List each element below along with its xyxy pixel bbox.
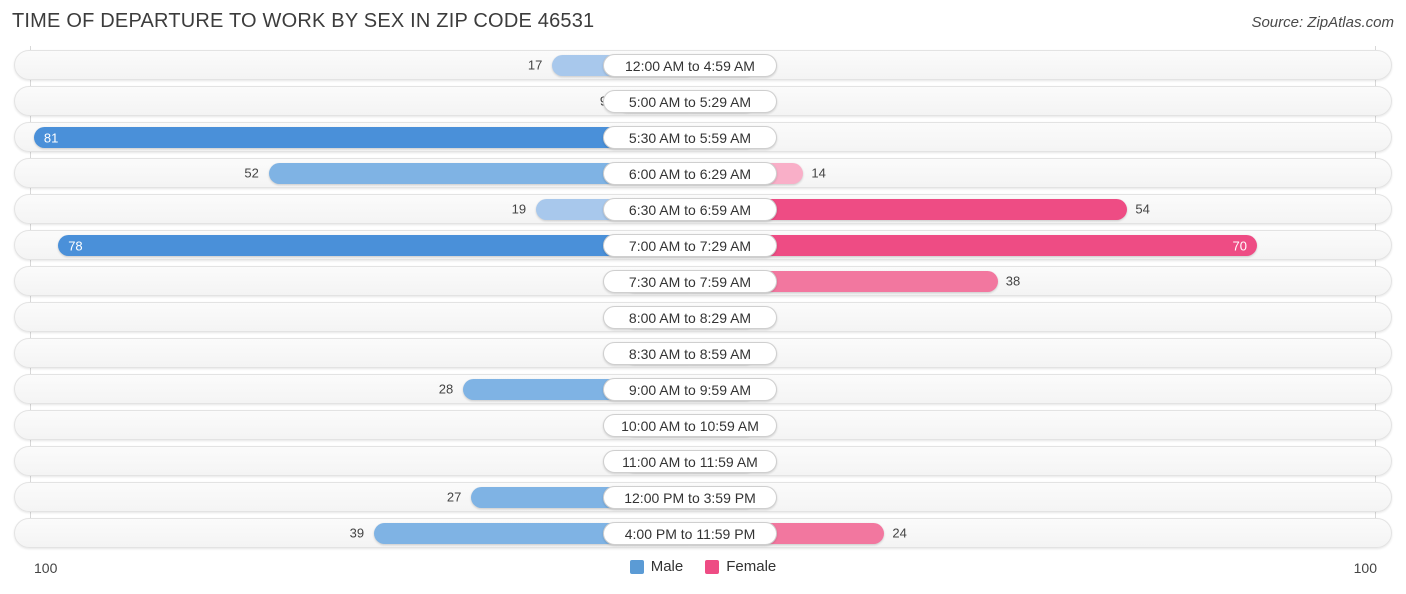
page-title: TIME OF DEPARTURE TO WORK BY SEX IN ZIP …: [12, 10, 595, 32]
legend-label-male: Male: [650, 558, 684, 575]
category-label-pill: 7:00 AM to 7:29 AM: [603, 234, 777, 257]
category-label-pill: 12:00 AM to 4:59 AM: [603, 54, 777, 77]
category-label: 10:00 AM to 10:59 AM: [621, 417, 759, 434]
category-label-pill: 9:00 AM to 9:59 AM: [603, 378, 777, 401]
table-row[interactable]: 39 24 4:00 PM to 11:59 PM: [14, 518, 1392, 548]
bar-value-male: 81: [43, 130, 59, 145]
legend-label-female: Female: [726, 558, 777, 575]
category-label-pill: 5:30 AM to 5:59 AM: [603, 126, 777, 149]
table-row[interactable]: 17812:00 AM to 4:59 AM: [14, 50, 1392, 80]
category-label: 6:00 AM to 6:29 AM: [628, 165, 752, 182]
bar-value-female: 70: [1232, 238, 1247, 253]
table-row[interactable]: 2809:00 AM to 9:59 AM: [14, 374, 1392, 404]
category-label-pill: 6:30 AM to 6:59 AM: [603, 198, 777, 221]
category-label-pill: 8:00 AM to 8:29 AM: [603, 306, 777, 329]
bar-value-male: 17: [527, 57, 543, 73]
category-label-pill: 4:00 PM to 11:59 PM: [603, 522, 777, 545]
category-label: 8:00 AM to 8:29 AM: [628, 309, 752, 326]
bar-value-female: 14: [811, 165, 826, 181]
category-label: 9:00 AM to 9:59 AM: [628, 381, 752, 398]
category-label-pill: 5:00 AM to 5:29 AM: [603, 90, 777, 113]
category-label-pill: 11:00 AM to 11:59 AM: [603, 450, 777, 473]
category-label: 6:30 AM to 6:59 AM: [628, 201, 752, 218]
bar-value-male: 19: [511, 201, 527, 217]
table-row[interactable]: 905:00 AM to 5:29 AM: [14, 86, 1392, 116]
chart-plot-area: 17812:00 AM to 4:59 AM 905:00 AM to 5:29 …: [0, 46, 1406, 550]
bar-value-female: 38: [1005, 273, 1021, 289]
bar-value-male: 78: [68, 238, 83, 253]
table-row[interactable]: 0010:00 AM to 10:59 AM: [14, 410, 1392, 440]
category-label: 12:00 PM to 3:59 PM: [624, 489, 756, 506]
category-label: 4:00 PM to 11:59 PM: [624, 525, 756, 542]
table-row[interactable]: 19 54 6:30 AM to 6:59 AM: [14, 194, 1392, 224]
legend-item-male[interactable]: Male: [629, 558, 684, 575]
category-label-pill: 10:00 AM to 10:59 AM: [603, 414, 777, 437]
bar-male[interactable]: 78: [58, 235, 690, 256]
table-row[interactable]: 27012:00 PM to 3:59 PM: [14, 482, 1392, 512]
category-label-pill: 8:30 AM to 8:59 AM: [603, 342, 777, 365]
bar-value-male: 52: [244, 165, 259, 181]
source-attribution: Source: ZipAtlas.com: [1251, 14, 1394, 31]
category-label: 12:00 AM to 4:59 AM: [625, 57, 755, 74]
category-label: 5:30 AM to 5:59 AM: [628, 129, 752, 146]
category-label: 8:30 AM to 8:59 AM: [628, 345, 752, 362]
bar-value-female: 54: [1135, 201, 1150, 217]
legend-swatch-female-icon: [705, 559, 720, 574]
category-label: 5:00 AM to 5:29 AM: [628, 93, 752, 110]
table-row[interactable]: 008:00 AM to 8:29 AM: [14, 302, 1392, 332]
bar-value-male: 28: [438, 381, 454, 397]
category-label: 11:00 AM to 11:59 AM: [622, 453, 758, 470]
table-row[interactable]: 0387:30 AM to 7:59 AM: [14, 266, 1392, 296]
bar-value-male: 27: [446, 489, 462, 505]
legend-item-female[interactable]: Female: [705, 558, 776, 575]
table-row[interactable]: 8185:30 AM to 5:59 AM: [14, 122, 1392, 152]
category-label-pill: 7:30 AM to 7:59 AM: [603, 270, 777, 293]
bar-male[interactable]: 81: [33, 127, 690, 148]
category-label: 7:00 AM to 7:29 AM: [628, 237, 752, 254]
chart-legend: Male Female: [0, 558, 1406, 575]
chart-header: TIME OF DEPARTURE TO WORK BY SEX IN ZIP …: [0, 0, 1406, 44]
category-label: 7:30 AM to 7:59 AM: [628, 273, 752, 290]
bar-value-male: 39: [349, 525, 365, 541]
legend-swatch-male-icon: [629, 559, 644, 574]
table-row[interactable]: 608:30 AM to 8:59 AM: [14, 338, 1392, 368]
table-row[interactable]: 78 70 7:00 AM to 7:29 AM: [14, 230, 1392, 260]
bar-value-female: 24: [892, 525, 907, 541]
category-label-pill: 12:00 PM to 3:59 PM: [603, 486, 777, 509]
table-row[interactable]: 52 14 6:00 AM to 6:29 AM: [14, 158, 1392, 188]
category-label-pill: 6:00 AM to 6:29 AM: [603, 162, 777, 185]
table-row[interactable]: 1011:00 AM to 11:59 AM: [14, 446, 1392, 476]
